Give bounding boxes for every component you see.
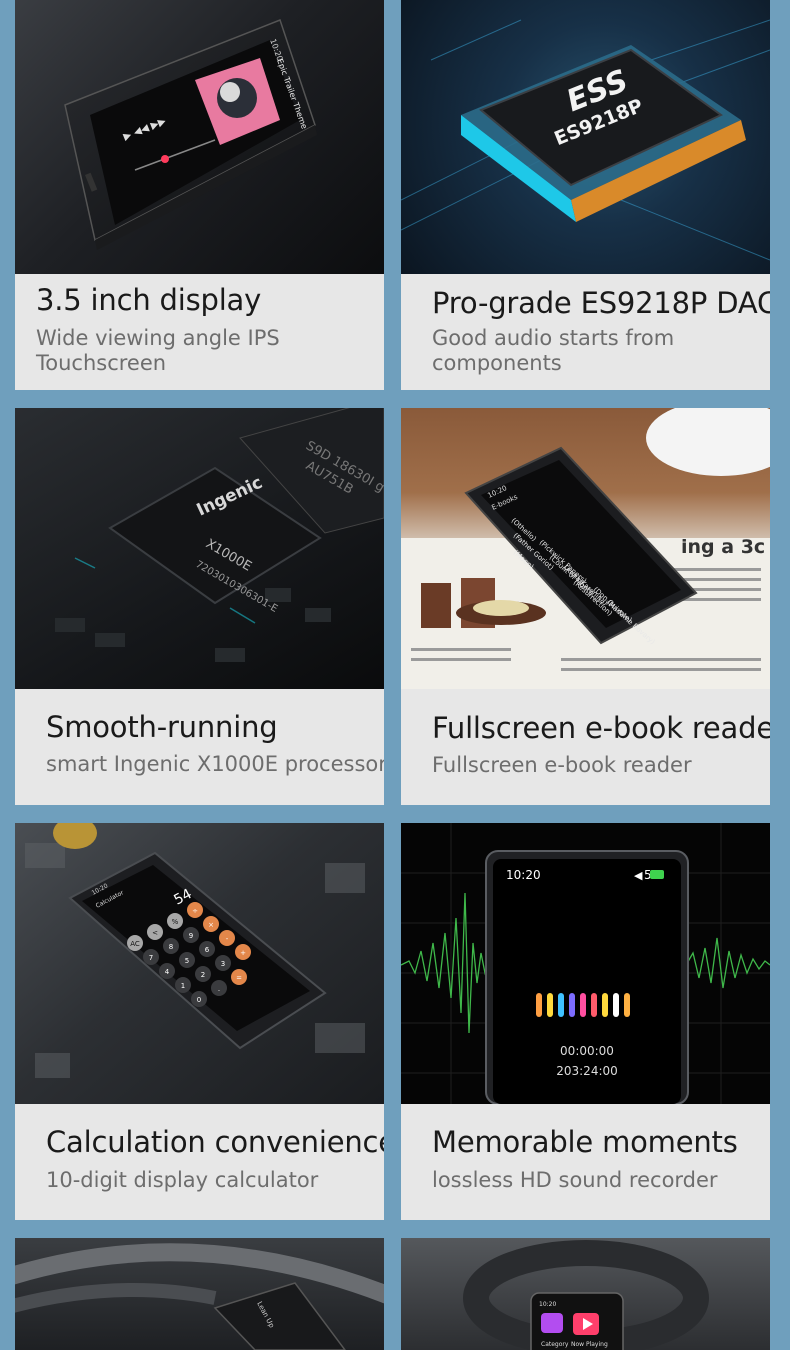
calc-key-label: 5 (185, 957, 189, 965)
card-title: Pro-grade ES9218P DAC (432, 286, 770, 320)
dac-chip-photo: ESS ES9218P (401, 0, 770, 274)
feature-card-partial-left: Lean Up (15, 1238, 384, 1350)
feature-card-partial-right: 10:20 Category Now Playing (401, 1238, 770, 1350)
calc-key-label: 7 (149, 954, 153, 962)
calc-key-label: AC (130, 940, 140, 948)
card-subtitle: Good audio starts from (432, 326, 675, 350)
category-icon (541, 1313, 563, 1333)
level-bar (624, 993, 630, 1017)
level-bar (536, 993, 542, 1017)
recorder-remaining: 203:24:00 (556, 1064, 618, 1078)
level-bar (613, 993, 619, 1017)
card-subtitle: smart Ingenic X1000E processor (46, 752, 384, 776)
card-subtitle-line2: Touchscreen (36, 351, 167, 375)
calc-key-label: + (240, 949, 246, 957)
feature-card-dac: ESS ES9218P Pro-grade ES9218P DAC Good a… (401, 0, 770, 390)
card-title: 3.5 inch display (36, 283, 262, 317)
recorder-photo: 10:20 ◀ 56 00:00:00 203:24:00 (401, 823, 770, 1104)
processor-chip-photo: S9D 18630I g AU751B Ingenic X1000E 72030… (15, 408, 384, 689)
feature-card-display: ▶ ◀◀ ▶▶ 10:20 Epic Trailer Theme 3.5 inc… (15, 0, 384, 390)
bottom-right-label-1: Category (541, 1341, 569, 1348)
card-title: Smooth-running (46, 710, 278, 744)
card-subtitle: Wide viewing angle IPS (36, 326, 280, 350)
feature-card-calculator: 10:20 Calculator 54 AC <% ÷ 7 8 9 × 4 5 6-1 2 3 +0. =… (15, 823, 384, 1220)
battery-icon (650, 870, 664, 879)
ebook-photo: ing a 3c 10:20 E-books (Othello) (Father… (401, 408, 770, 689)
player-headphones-photo: Lean Up (15, 1238, 384, 1350)
calc-key-label: 8 (169, 943, 173, 951)
calc-key-label: 4 (165, 968, 170, 976)
calc-key-label: 6 (205, 946, 210, 954)
recorder-elapsed: 00:00:00 (560, 1044, 614, 1058)
card-subtitle: Fullscreen e-book reader (432, 753, 692, 777)
volume-icon: ◀ (634, 869, 643, 882)
player-on-headphones-photo: 10:20 Category Now Playing (401, 1238, 770, 1350)
recorder-time: 10:20 (506, 868, 541, 882)
product-feature-page: { "cards": [ {"title": "3.5 inch display… (0, 0, 790, 1350)
calc-key-label: = (236, 974, 242, 982)
calculator-photo: 10:20 Calculator 54 AC <% ÷ 7 8 9 × 4 5 6-1 2 3 +0. = (15, 823, 384, 1104)
card-subtitle: 10-digit display calculator (46, 1168, 319, 1192)
level-bar (580, 993, 586, 1017)
bottom-right-label-2: Now Playing (571, 1341, 608, 1348)
level-bar (602, 993, 608, 1017)
calc-key-label: < (152, 929, 158, 937)
level-bar (547, 993, 553, 1017)
background-book-text: ing a 3c (681, 536, 765, 558)
calc-key-label: . (218, 985, 220, 993)
feature-card-ebook: ing a 3c 10:20 E-books (Othello) (Father… (401, 408, 770, 805)
card-title: Memorable moments (432, 1125, 738, 1159)
calc-key-label: 3 (221, 960, 225, 968)
calc-key-label: × (208, 921, 214, 929)
card-subtitle: lossless HD sound recorder (432, 1168, 718, 1192)
calc-key-label: ÷ (192, 907, 198, 915)
level-bar (558, 993, 564, 1017)
feature-card-processor: S9D 18630I g AU751B Ingenic X1000E 72030… (15, 408, 384, 805)
player-photo: ▶ ◀◀ ▶▶ 10:20 Epic Trailer Theme (15, 0, 384, 274)
bottom-right-time: 10:20 (539, 1301, 556, 1308)
calc-key-label: 2 (201, 971, 205, 979)
level-bar (569, 993, 575, 1017)
calc-key-label: 0 (197, 996, 201, 1004)
card-subtitle-line2: components (432, 351, 562, 375)
calc-key-label: 9 (189, 932, 193, 940)
calc-key-label: % (172, 918, 179, 926)
feature-card-recorder: 10:20 ◀ 56 00:00:00 203:24:00 Memorable … (401, 823, 770, 1220)
card-title: Fullscreen e-book reader (432, 711, 770, 745)
card-title: Calculation convenience (46, 1125, 384, 1159)
calc-key-label: 1 (181, 982, 185, 990)
level-bar (591, 993, 597, 1017)
